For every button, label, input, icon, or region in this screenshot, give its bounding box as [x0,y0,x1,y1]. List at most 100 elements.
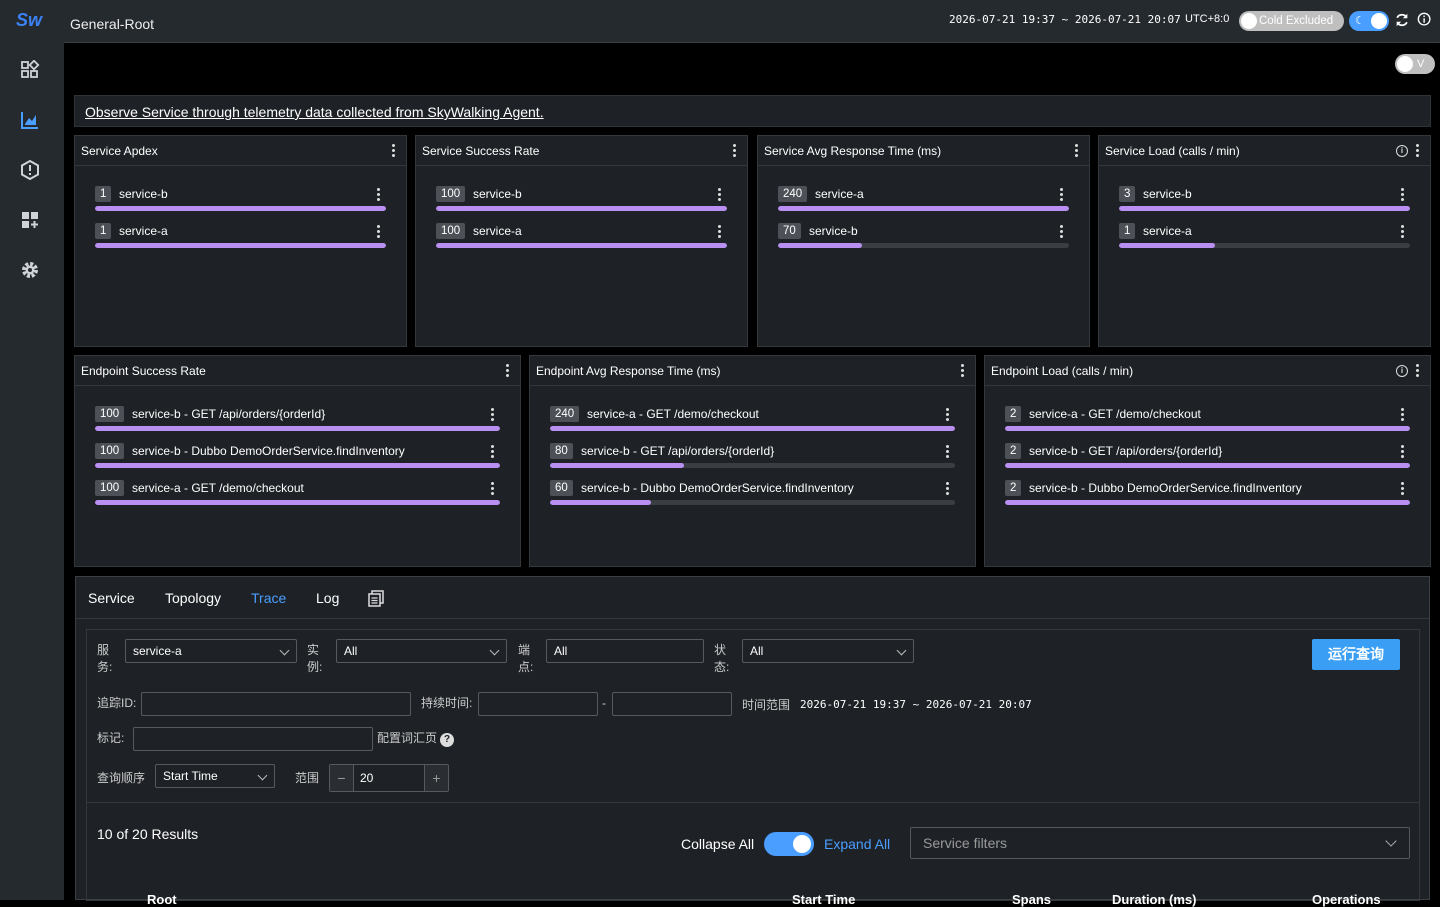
toggle-knob [1371,13,1387,29]
row-menu-icon[interactable] [946,445,950,459]
list-item[interactable]: 3 service-b [1119,186,1410,223]
tab-log[interactable]: Log [316,590,339,606]
row-menu-icon[interactable] [491,445,495,459]
row-menu-icon[interactable] [1401,188,1405,202]
info-icon[interactable] [1417,12,1435,30]
row-menu-icon[interactable] [491,408,495,422]
config-vocab-link[interactable]: 配置词汇页 [377,730,437,747]
list-item[interactable]: 100 service-b [436,186,727,223]
list-item[interactable]: 100 service-a [436,223,727,260]
row-menu-icon[interactable] [1060,188,1064,202]
app-logo[interactable]: Sw [16,10,50,32]
list-item[interactable]: 2 service-a - GET /demo/checkout [1005,406,1410,443]
divider [87,802,1419,803]
expand-toggle[interactable] [764,832,814,856]
row-menu-icon[interactable] [377,225,381,239]
progress-fill [1119,243,1216,248]
row-menu-icon[interactable] [1401,445,1405,459]
list-item[interactable]: 1 service-b [95,186,386,223]
panel-header: Endpoint Load (calls / min) i [985,356,1430,386]
dashboard-icon[interactable] [20,59,44,84]
copy-tab-icon[interactable] [368,590,384,607]
row-menu-icon[interactable] [491,482,495,496]
info-icon[interactable]: i [1396,365,1408,377]
list-item[interactable]: 100 service-b - GET /api/orders/{orderId} [95,406,500,443]
service-filter-select[interactable]: Service filters [910,827,1410,859]
progress-fill [1119,206,1410,211]
panel-menu-icon[interactable] [1416,364,1420,378]
panel-menu-icon[interactable] [961,364,965,378]
query-order-select[interactable]: Start Time [155,764,275,788]
theme-toggle[interactable]: ☾ [1349,11,1389,31]
value-badge: 3 [1119,186,1136,202]
row-menu-icon[interactable] [377,188,381,202]
visualization-toggle[interactable]: V [1395,54,1435,74]
minus-icon[interactable]: − [330,765,354,791]
row-menu-icon[interactable] [1401,482,1405,496]
tab-service[interactable]: Service [88,590,135,606]
panel-menu-icon[interactable] [1416,144,1420,158]
tags-input[interactable] [133,727,373,751]
value-badge: 240 [550,406,580,422]
row-menu-icon[interactable] [718,188,722,202]
trace-id-input[interactable] [141,692,411,716]
list-item[interactable]: 100 service-a - GET /demo/checkout [95,480,500,517]
row-menu-icon[interactable] [946,408,950,422]
range-value[interactable]: 20 [360,771,373,785]
row-label: service-a - GET /demo/checkout [132,481,304,495]
min-duration-input[interactable] [478,692,598,716]
collapse-all-label[interactable]: Collapse All [681,836,754,852]
tab-bar: Service Topology Trace Log [76,577,1429,619]
list-item[interactable]: 2 service-b - GET /api/orders/{orderId} [1005,443,1410,480]
list-item[interactable]: 240 service-a [778,186,1069,223]
expand-all-label[interactable]: Expand All [824,836,890,852]
service-select[interactable]: service-a [125,639,297,663]
tab-topology[interactable]: Topology [165,590,221,606]
help-icon[interactable]: ? [440,733,454,747]
list-item[interactable]: 60 service-b - Dubbo DemoOrderService.fin… [550,480,955,517]
range-stepper[interactable]: − 20 + [329,764,449,792]
value-badge: 1 [1119,223,1136,239]
status-select[interactable]: All [742,639,914,663]
row-menu-icon[interactable] [1060,225,1064,239]
endpoint-input[interactable]: All [546,639,704,663]
row-label: service-b - Dubbo DemoOrderService.findI… [581,481,854,495]
refresh-icon[interactable] [1394,12,1412,30]
tags-label: 标记: [97,731,125,745]
time-range-picker[interactable]: 2026-07-21 19:37 ~ 2026-07-21 20:07 [949,13,1181,26]
tab-trace[interactable]: Trace [251,590,286,606]
alert-shield-icon[interactable] [20,159,44,184]
chart-icon[interactable] [20,110,44,134]
info-icon[interactable]: i [1396,145,1408,157]
row-menu-icon[interactable] [1401,225,1405,239]
cold-stage-toggle[interactable]: Cold Excluded [1239,11,1344,31]
add-widget-icon[interactable] [20,210,44,234]
list-item[interactable]: 80 service-b - GET /api/orders/{orderId} [550,443,955,480]
run-query-button[interactable]: 运行查询 [1312,639,1400,670]
list-item[interactable]: 100 service-b - Dubbo DemoOrderService.fi… [95,443,500,480]
list-item[interactable]: 1 service-a [1119,223,1410,260]
panel-menu-icon[interactable] [392,144,396,158]
list-item[interactable]: 1 service-a [95,223,386,260]
tabs-widget: Service Topology Trace Log 服务: service-a… [75,576,1430,907]
progress-track [550,463,955,468]
row-menu-icon[interactable] [946,482,950,496]
settings-gear-icon[interactable] [20,260,44,284]
banner-link[interactable]: Observe Service through telemetry data c… [85,104,544,120]
panel-menu-icon[interactable] [733,144,737,158]
results-count: 10 of 20 Results [97,826,199,842]
list-item[interactable]: 240 service-a - GET /demo/checkout [550,406,955,443]
list-item[interactable]: 2 service-b - Dubbo DemoOrderService.find… [1005,480,1410,517]
progress-track [1005,500,1410,505]
plus-icon[interactable]: + [424,765,448,791]
row-menu-icon[interactable] [718,225,722,239]
panel-menu-icon[interactable] [506,364,510,378]
value-badge: 100 [95,443,125,459]
row-label: service-a [815,187,864,201]
max-duration-input[interactable] [612,692,732,716]
instance-select[interactable]: All [336,639,507,663]
panel-menu-icon[interactable] [1075,144,1079,158]
list-item[interactable]: 70 service-b [778,223,1069,260]
time-range-value: 2026-07-21 19:37 ~ 2026-07-21 20:07 [800,698,1032,711]
row-menu-icon[interactable] [1401,408,1405,422]
